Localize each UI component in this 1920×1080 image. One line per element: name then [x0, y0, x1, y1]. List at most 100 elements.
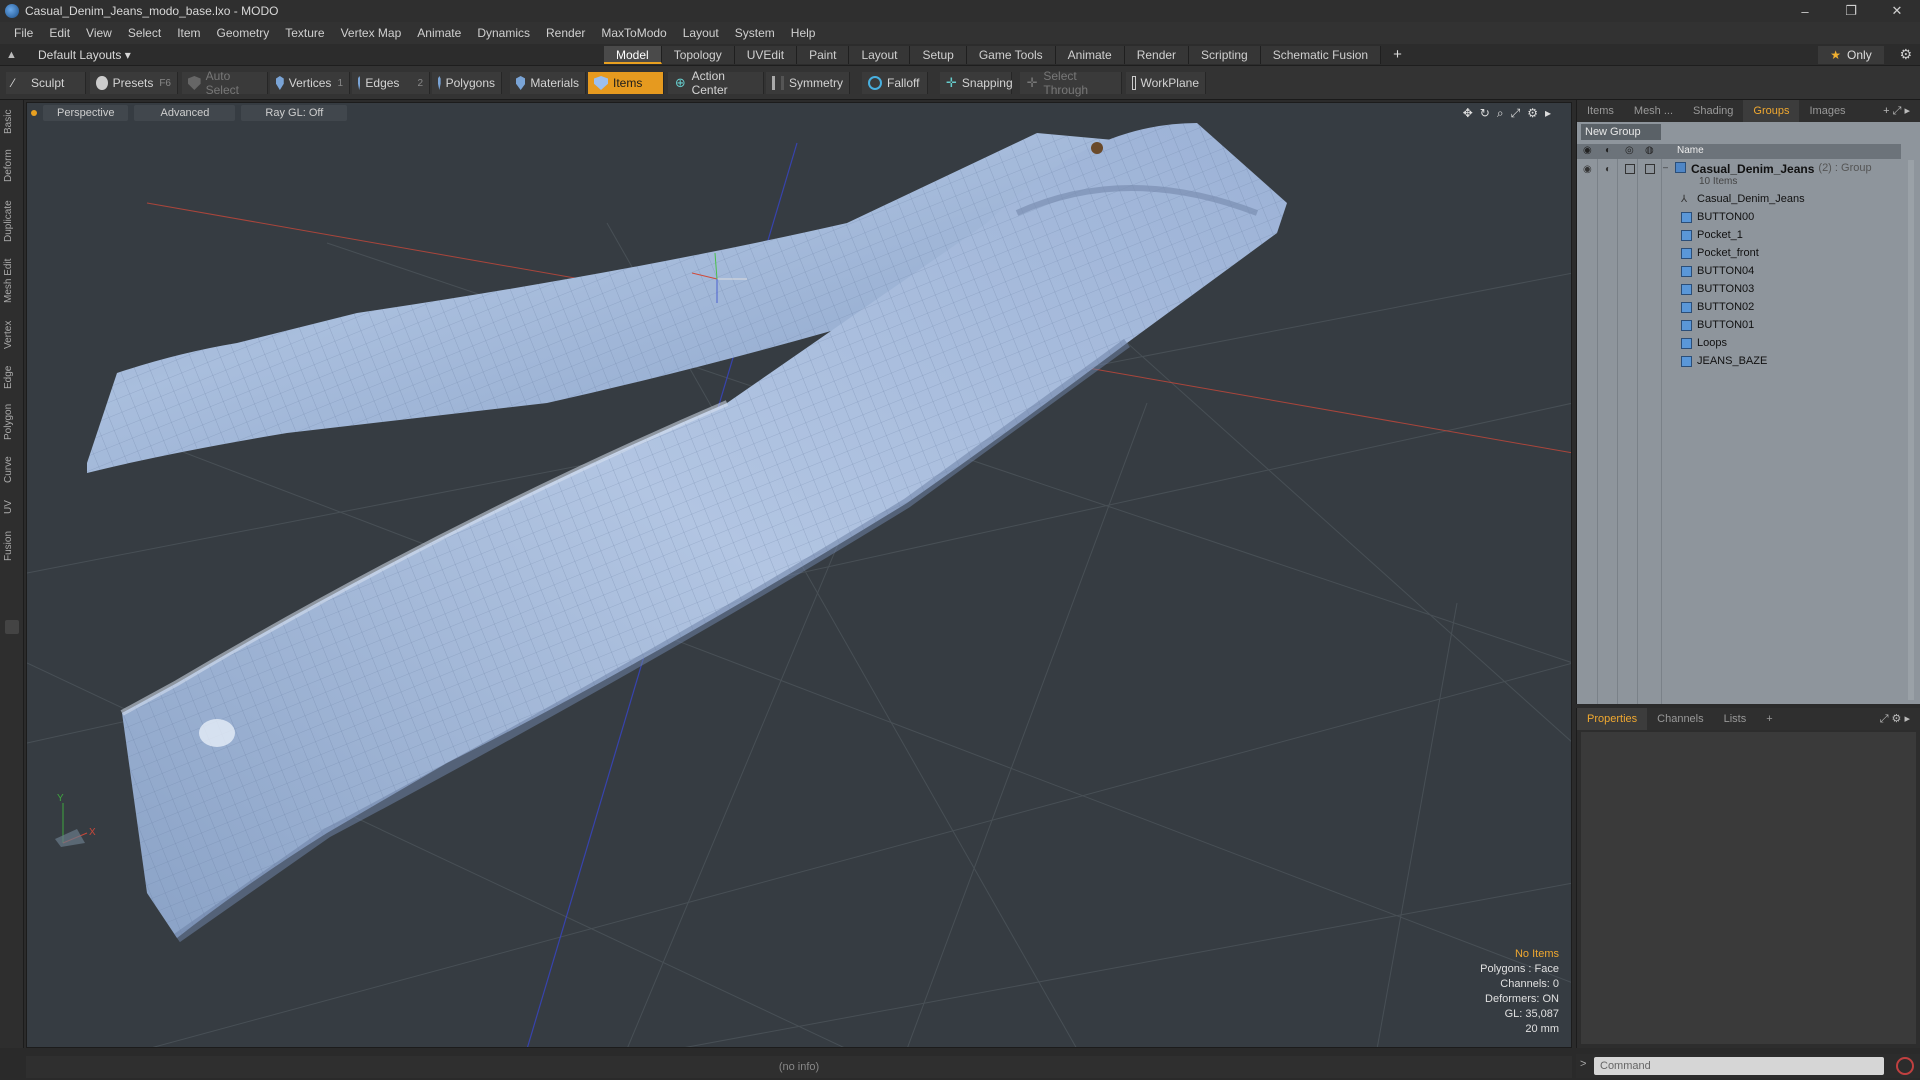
tab-groups[interactable]: Groups — [1743, 100, 1800, 122]
tab-shading[interactable]: Shading — [1683, 100, 1743, 122]
materials-button[interactable]: Materials — [510, 72, 586, 94]
menu-geometry[interactable]: Geometry — [209, 22, 278, 44]
properties-expand-icon[interactable]: ⤢ ⚙ ▸ — [1870, 708, 1920, 730]
command-stop-icon[interactable] — [1896, 1057, 1914, 1075]
list-item[interactable]: BUTTON00 — [1663, 208, 1903, 226]
list-item[interactable]: BUTTON04 — [1663, 262, 1903, 280]
polygons-button[interactable]: Polygons — [432, 72, 502, 94]
add-tab-button[interactable]: + — [1381, 46, 1414, 64]
vtab-fusion[interactable]: Fusion — [3, 526, 21, 566]
sculpt-button[interactable]: ⁄ Sculpt — [6, 72, 86, 94]
panel-expand-icon[interactable]: + ⤢ ▸ — [1873, 100, 1920, 122]
group-row[interactable]: – Casual_Denim_Jeans (2) : Group 10 Item… — [1663, 160, 1903, 190]
viewport-gear-icon[interactable]: ⚙ — [1527, 106, 1538, 121]
pan-icon[interactable]: ✥ — [1463, 106, 1473, 121]
maximize-icon[interactable]: ⤢ — [1511, 106, 1521, 121]
layout-selector[interactable]: ▲ Default Layouts ▾ — [6, 44, 131, 66]
symmetry-button[interactable]: Symmetry — [766, 72, 850, 94]
list-item[interactable]: ⅄ Casual_Denim_Jeans — [1663, 190, 1903, 208]
menu-texture[interactable]: Texture — [277, 22, 332, 44]
vtab-curve[interactable]: Curve — [3, 452, 21, 488]
menu-edit[interactable]: Edit — [41, 22, 78, 44]
menu-help[interactable]: Help — [783, 22, 824, 44]
collapse-icon[interactable]: – — [1663, 162, 1675, 172]
menu-layout[interactable]: Layout — [675, 22, 727, 44]
items-button[interactable]: Items — [588, 72, 664, 94]
snapping-button[interactable]: ✛ Snapping — [940, 72, 1013, 94]
tab-channels[interactable]: Channels — [1647, 708, 1713, 730]
menu-system[interactable]: System — [727, 22, 783, 44]
auto-select-button[interactable]: Auto Select — [182, 69, 268, 97]
vtab-mesh-edit[interactable]: Mesh Edit — [3, 256, 21, 306]
falloff-button[interactable]: Falloff — [862, 72, 928, 94]
vtab-edge[interactable]: Edge — [3, 362, 21, 392]
menu-vertex-map[interactable]: Vertex Map — [333, 22, 410, 44]
vtab-vertex[interactable]: Vertex — [3, 316, 21, 354]
tab-lists[interactable]: Lists — [1714, 708, 1757, 730]
tab-scripting[interactable]: Scripting — [1189, 46, 1261, 64]
only-button[interactable]: ★ Only — [1818, 46, 1884, 64]
tab-game-tools[interactable]: Game Tools — [966, 46, 1056, 64]
vtab-deform[interactable]: Deform — [3, 146, 21, 186]
menu-view[interactable]: View — [78, 22, 120, 44]
menu-maxtomodo[interactable]: MaxToModo — [593, 22, 674, 44]
shading-advanced-button[interactable]: Advanced — [134, 105, 236, 121]
group-render-checkbox[interactable] — [1625, 164, 1635, 174]
vtab-polygon[interactable]: Polygon — [3, 400, 21, 444]
menu-dynamics[interactable]: Dynamics — [469, 22, 538, 44]
tab-render[interactable]: Render — [1124, 46, 1190, 64]
list-item[interactable]: BUTTON02 — [1663, 298, 1903, 316]
tab-images[interactable]: Images — [1799, 100, 1855, 122]
zoom-icon[interactable]: ⌕ — [1497, 106, 1504, 121]
menu-render[interactable]: Render — [538, 22, 593, 44]
select-col-icon[interactable]: ◍ — [1645, 145, 1654, 156]
tab-mesh[interactable]: Mesh ... — [1624, 100, 1683, 122]
tab-uvedit[interactable]: UVEdit — [734, 46, 798, 64]
tab-animate[interactable]: Animate — [1055, 46, 1125, 64]
tab-items[interactable]: Items — [1577, 100, 1624, 122]
list-item[interactable]: BUTTON01 — [1663, 316, 1903, 334]
raygl-button[interactable]: Ray GL: Off — [241, 105, 348, 121]
vtab-basic[interactable]: Basic — [3, 106, 21, 138]
gear-icon[interactable]: ⚙ — [1899, 46, 1912, 63]
tab-paint[interactable]: Paint — [797, 46, 850, 64]
workplane-button[interactable]: WorkPlane — [1126, 72, 1206, 94]
menu-item[interactable]: Item — [169, 22, 208, 44]
viewport-menu-arrow-icon[interactable]: ▸ — [1545, 106, 1551, 121]
group-lock-icon[interactable]: ◐ — [1605, 164, 1611, 175]
rotate-icon[interactable]: ↻ — [1480, 106, 1490, 121]
tab-properties[interactable]: Properties — [1577, 708, 1648, 730]
new-group-button[interactable]: New Group — [1581, 124, 1661, 140]
tab-layout[interactable]: Layout — [849, 46, 911, 64]
menu-file[interactable]: File — [6, 22, 41, 44]
menu-animate[interactable]: Animate — [409, 22, 469, 44]
group-eye-icon[interactable]: ◉ — [1583, 164, 1592, 175]
3d-viewport[interactable]: Y X Perspective Advanced Ray GL: Off ✥ ↻… — [26, 102, 1572, 1048]
close-button[interactable]: ✕ — [1874, 0, 1920, 22]
menu-select[interactable]: Select — [120, 22, 169, 44]
group-select-checkbox[interactable] — [1645, 164, 1655, 174]
vertices-button[interactable]: Vertices 1 — [270, 72, 350, 94]
list-item[interactable]: Pocket_1 — [1663, 226, 1903, 244]
select-through-button[interactable]: ✛ Select Through — [1020, 69, 1122, 97]
render-col-icon[interactable]: ◎ — [1625, 145, 1634, 156]
vtab-duplicate[interactable]: Duplicate — [3, 196, 21, 246]
tab-model[interactable]: Model — [604, 46, 662, 64]
tab-schematic-fusion[interactable]: Schematic Fusion — [1260, 46, 1382, 64]
visibility-col-icon[interactable]: ◉ — [1583, 145, 1592, 156]
edges-button[interactable]: Edges 2 — [352, 72, 430, 94]
list-item[interactable]: JEANS_BAZE — [1663, 352, 1903, 370]
list-item[interactable]: BUTTON03 — [1663, 280, 1903, 298]
list-item[interactable]: Loops — [1663, 334, 1903, 352]
groups-scrollbar[interactable] — [1908, 160, 1914, 700]
panel-toggle-icon[interactable] — [5, 620, 19, 634]
restore-button[interactable]: ❐ — [1828, 0, 1874, 22]
name-column-header[interactable]: Name — [1677, 145, 1704, 156]
minimize-button[interactable]: – — [1782, 0, 1828, 22]
list-item[interactable]: Pocket_front — [1663, 244, 1903, 262]
action-center-button[interactable]: ⊕ Action Center — [668, 69, 764, 97]
view-perspective-button[interactable]: Perspective — [43, 105, 129, 121]
tab-setup[interactable]: Setup — [910, 46, 967, 64]
command-input[interactable]: Command — [1594, 1057, 1884, 1075]
vtab-uv[interactable]: UV — [3, 496, 21, 518]
